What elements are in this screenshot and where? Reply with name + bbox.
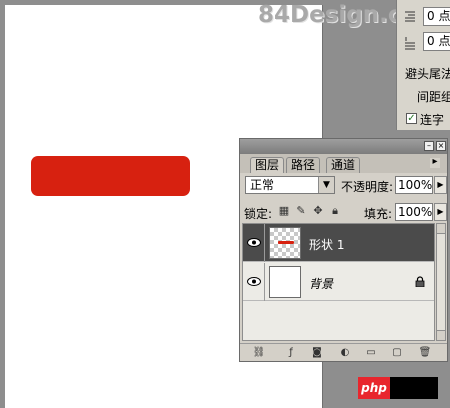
layer-list-scrollbar[interactable] bbox=[436, 223, 446, 341]
paragraph-panel: 0 点 0 点 避头尾法 间距组 ✓ 连字 bbox=[396, 0, 450, 130]
spacing-label: 间距组 bbox=[417, 90, 450, 104]
layer-name[interactable]: 背景 bbox=[309, 275, 333, 292]
layer-row-shape[interactable]: 形状 1 bbox=[243, 224, 434, 262]
layer-row-background[interactable]: 背景 bbox=[243, 263, 434, 301]
fill-arrow-icon[interactable]: ▶ bbox=[434, 203, 447, 221]
link-layers-icon[interactable]: ⛓ bbox=[252, 347, 266, 359]
tab-channels[interactable]: 通道 bbox=[326, 157, 361, 173]
add-mask-icon[interactable]: ◙ bbox=[310, 347, 324, 359]
hyphenate-checkbox[interactable]: ✓ bbox=[406, 113, 417, 124]
lock-all-icon[interactable]: 🔒︎ bbox=[329, 205, 341, 217]
visibility-toggle[interactable] bbox=[243, 224, 265, 262]
trash-icon[interactable]: 🗑︎ bbox=[418, 347, 432, 359]
opacity-input[interactable]: 100% bbox=[395, 176, 433, 194]
new-layer-icon[interactable]: ▢ bbox=[390, 347, 404, 359]
layer-thumbnail bbox=[269, 227, 301, 259]
indent-field-1[interactable]: 0 点 bbox=[423, 7, 450, 26]
layer-thumbnail bbox=[269, 266, 301, 298]
lock-icon bbox=[415, 276, 425, 287]
hyphenate-label: 连字 bbox=[420, 113, 445, 127]
indent-first-line-icon bbox=[405, 11, 415, 22]
close-icon[interactable]: × bbox=[436, 141, 446, 151]
panel-menu-icon[interactable]: ▸ bbox=[430, 157, 440, 168]
panel-titlebar[interactable]: – × bbox=[240, 139, 447, 154]
tab-paths[interactable]: 路径 bbox=[286, 157, 321, 173]
fill-input[interactable]: 100% bbox=[395, 203, 433, 221]
layer-list: 形状 1 背景 bbox=[242, 223, 435, 341]
indent-field-2[interactable]: 0 点 bbox=[423, 32, 450, 51]
space-before-icon bbox=[405, 37, 415, 50]
blend-mode-value: 正常 bbox=[250, 178, 275, 192]
lock-move-icon[interactable]: ✥ bbox=[312, 205, 324, 217]
php-logo-text: php bbox=[358, 377, 390, 399]
layers-bottom-toolbar: ⛓ ƒ ◙ ◐ ▭ ▢ 🗑︎ bbox=[240, 343, 447, 361]
lock-transparent-icon[interactable]: ▦ bbox=[278, 205, 290, 217]
fill-label: 填充: bbox=[364, 207, 393, 221]
layers-panel: – × 图层 路径 通道 ▸ 正常 ▼ 不透明度: 100% ▶ 锁定: ▦ ✎… bbox=[239, 138, 448, 362]
adjustment-layer-icon[interactable]: ◐ bbox=[338, 347, 352, 359]
php-logo: php bbox=[358, 377, 438, 399]
avoid-tail-label: 避头尾法 bbox=[405, 67, 450, 81]
eye-icon bbox=[247, 238, 261, 247]
scroll-down-icon[interactable] bbox=[437, 330, 445, 340]
minimize-icon[interactable]: – bbox=[424, 141, 434, 151]
eye-icon bbox=[247, 277, 261, 286]
visibility-toggle[interactable] bbox=[243, 263, 265, 301]
scroll-up-icon[interactable] bbox=[437, 224, 445, 234]
new-group-icon[interactable]: ▭ bbox=[364, 347, 378, 359]
lock-label: 锁定: bbox=[244, 207, 273, 221]
lock-paint-icon[interactable]: ✎ bbox=[295, 205, 307, 217]
red-rounded-rectangle-shape[interactable] bbox=[31, 156, 190, 196]
tab-layers[interactable]: 图层 bbox=[250, 157, 285, 173]
panel-tab-row: 图层 路径 通道 ▸ bbox=[240, 154, 447, 173]
opacity-label: 不透明度: bbox=[341, 180, 394, 194]
blend-mode-select[interactable]: 正常 ▼ bbox=[245, 176, 335, 194]
chevron-down-icon[interactable]: ▼ bbox=[318, 177, 334, 193]
opacity-arrow-icon[interactable]: ▶ bbox=[434, 176, 447, 194]
layer-style-icon[interactable]: ƒ bbox=[284, 347, 298, 359]
thumbnail-shape bbox=[278, 241, 294, 244]
layer-name[interactable]: 形状 1 bbox=[309, 236, 344, 253]
